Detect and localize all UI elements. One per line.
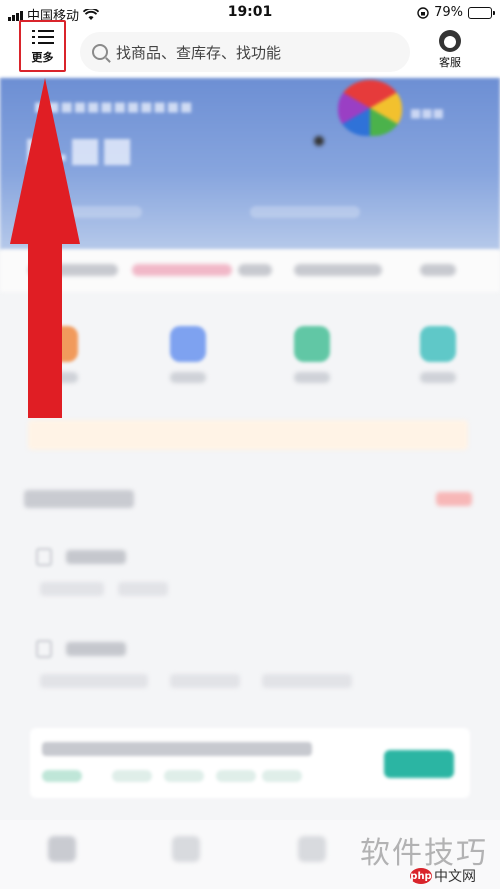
blurred-row-icon <box>36 548 52 566</box>
app-header: 找商品、查库存、找功能 客服 <box>0 28 500 78</box>
customer-service-label: 客服 <box>439 56 461 69</box>
blurred-row-meta <box>40 674 148 688</box>
blurred-card-tag <box>216 770 256 782</box>
blurred-card-title <box>42 742 312 756</box>
blurred-entry-icon[interactable] <box>170 326 206 362</box>
search-placeholder: 找商品、查库存、找功能 <box>116 43 282 62</box>
blurred-row-meta <box>170 674 240 688</box>
decoration-dot <box>314 136 324 146</box>
rotation-lock-icon <box>417 6 429 19</box>
blurred-link: ■■■ <box>409 106 444 120</box>
red-arrow-annotation <box>10 78 80 418</box>
blurred-nav-tab[interactable] <box>298 836 326 862</box>
blurred-section-title <box>24 490 134 508</box>
more-label: 更多 <box>31 50 54 64</box>
blurred-row-meta <box>118 582 168 596</box>
status-right: 79% <box>417 5 495 20</box>
blurred-card-tag <box>164 770 204 782</box>
battery-percent: 79% <box>434 5 463 20</box>
blurred-row-meta <box>40 582 104 596</box>
customer-service-icon <box>439 30 461 52</box>
blurred-entry-label <box>420 372 456 383</box>
blurred-card-button[interactable] <box>384 750 454 778</box>
php-logo: php <box>410 868 432 884</box>
balloon-illustration <box>338 80 402 136</box>
watermark-site: php 中文网 <box>410 866 476 886</box>
blurred-row-icon <box>36 640 52 658</box>
blurred-entry-label <box>170 372 206 383</box>
blurred-entry-label <box>294 372 330 383</box>
blurred-row-meta <box>262 674 352 688</box>
menu-icon <box>31 28 54 46</box>
blurred-row-title <box>66 550 126 564</box>
search-icon <box>92 44 108 60</box>
blurred-section-tag <box>436 492 472 506</box>
blurred-card-tag <box>112 770 152 782</box>
blurred-row-title <box>66 642 126 656</box>
blurred-nav-tab[interactable] <box>48 836 76 862</box>
blurred-entry-icon[interactable] <box>294 326 330 362</box>
blurred-card-tag <box>262 770 302 782</box>
blurred-promo-card[interactable] <box>30 728 470 798</box>
blurred-nav-tab[interactable] <box>172 836 200 862</box>
status-bar: 中国移动 19:01 79% <box>0 0 500 28</box>
watermark-site-label: 中文网 <box>434 869 476 885</box>
blurred-promo-bar[interactable] <box>28 420 468 450</box>
customer-service-button[interactable]: 客服 <box>432 30 468 70</box>
search-bar[interactable]: 找商品、查库存、找功能 <box>80 32 410 72</box>
blurred-stat <box>250 206 360 218</box>
blurred-card-tag <box>42 770 82 782</box>
more-menu-button[interactable]: 更多 <box>19 20 66 72</box>
blurred-entry-icon[interactable] <box>420 326 456 362</box>
battery-icon <box>468 6 495 19</box>
